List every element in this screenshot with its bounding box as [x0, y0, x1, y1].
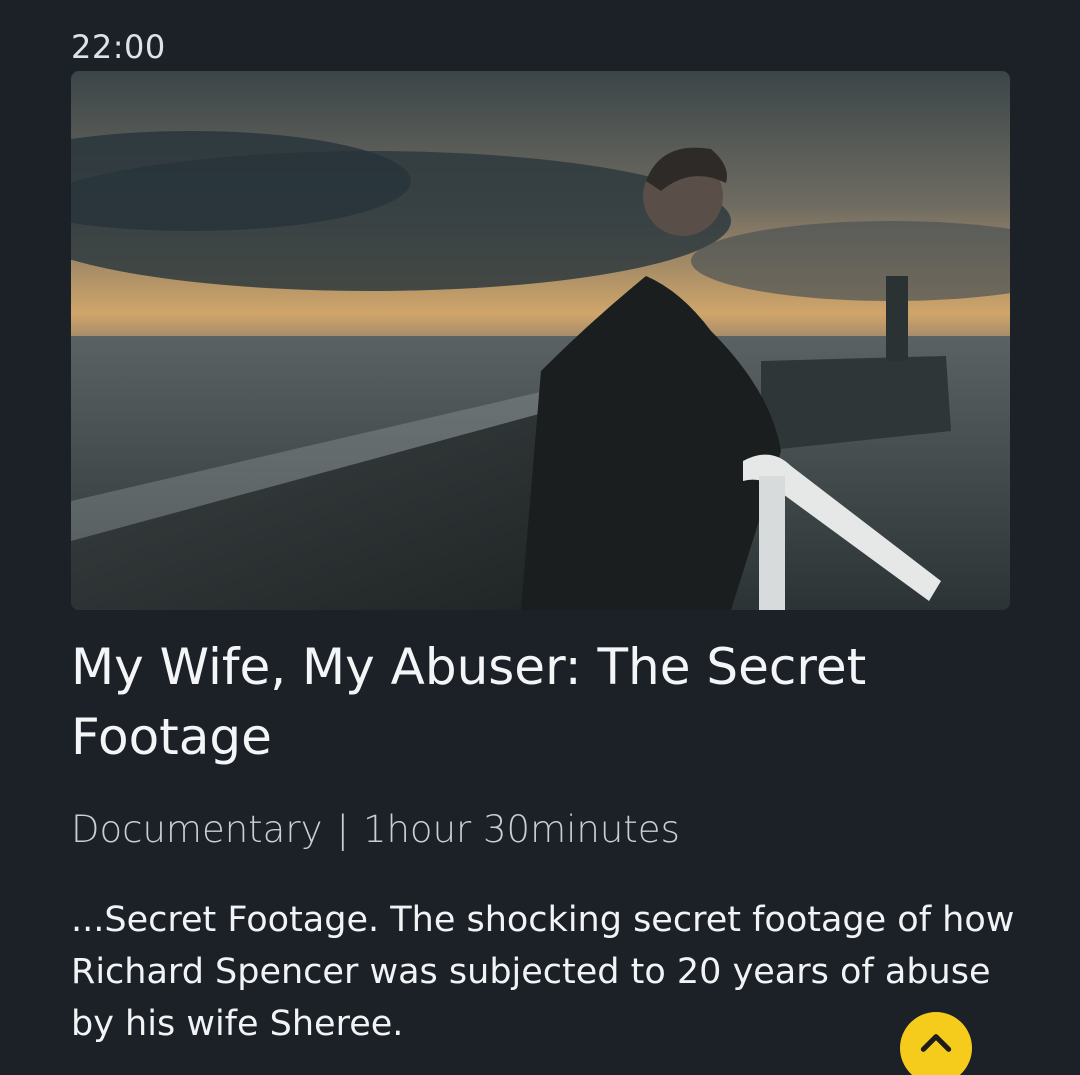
thumbnail-image	[71, 71, 1010, 610]
programme-duration: 1hour 30minutes	[362, 808, 680, 851]
programme-title: My Wife, My Abuser: The Secret Footage	[71, 638, 867, 766]
meta-separator: |	[336, 808, 349, 851]
programme-genre: Documentary	[71, 808, 323, 851]
chevron-up-icon	[920, 1034, 952, 1052]
status-time: 22:00	[71, 28, 166, 66]
programme-thumbnail	[71, 71, 1010, 610]
programme-description: ...Secret Footage. The shocking secret f…	[71, 900, 1015, 1044]
scroll-up-button[interactable]	[900, 1012, 972, 1075]
programme-meta: Documentary | 1hour 30minutes	[71, 808, 680, 851]
